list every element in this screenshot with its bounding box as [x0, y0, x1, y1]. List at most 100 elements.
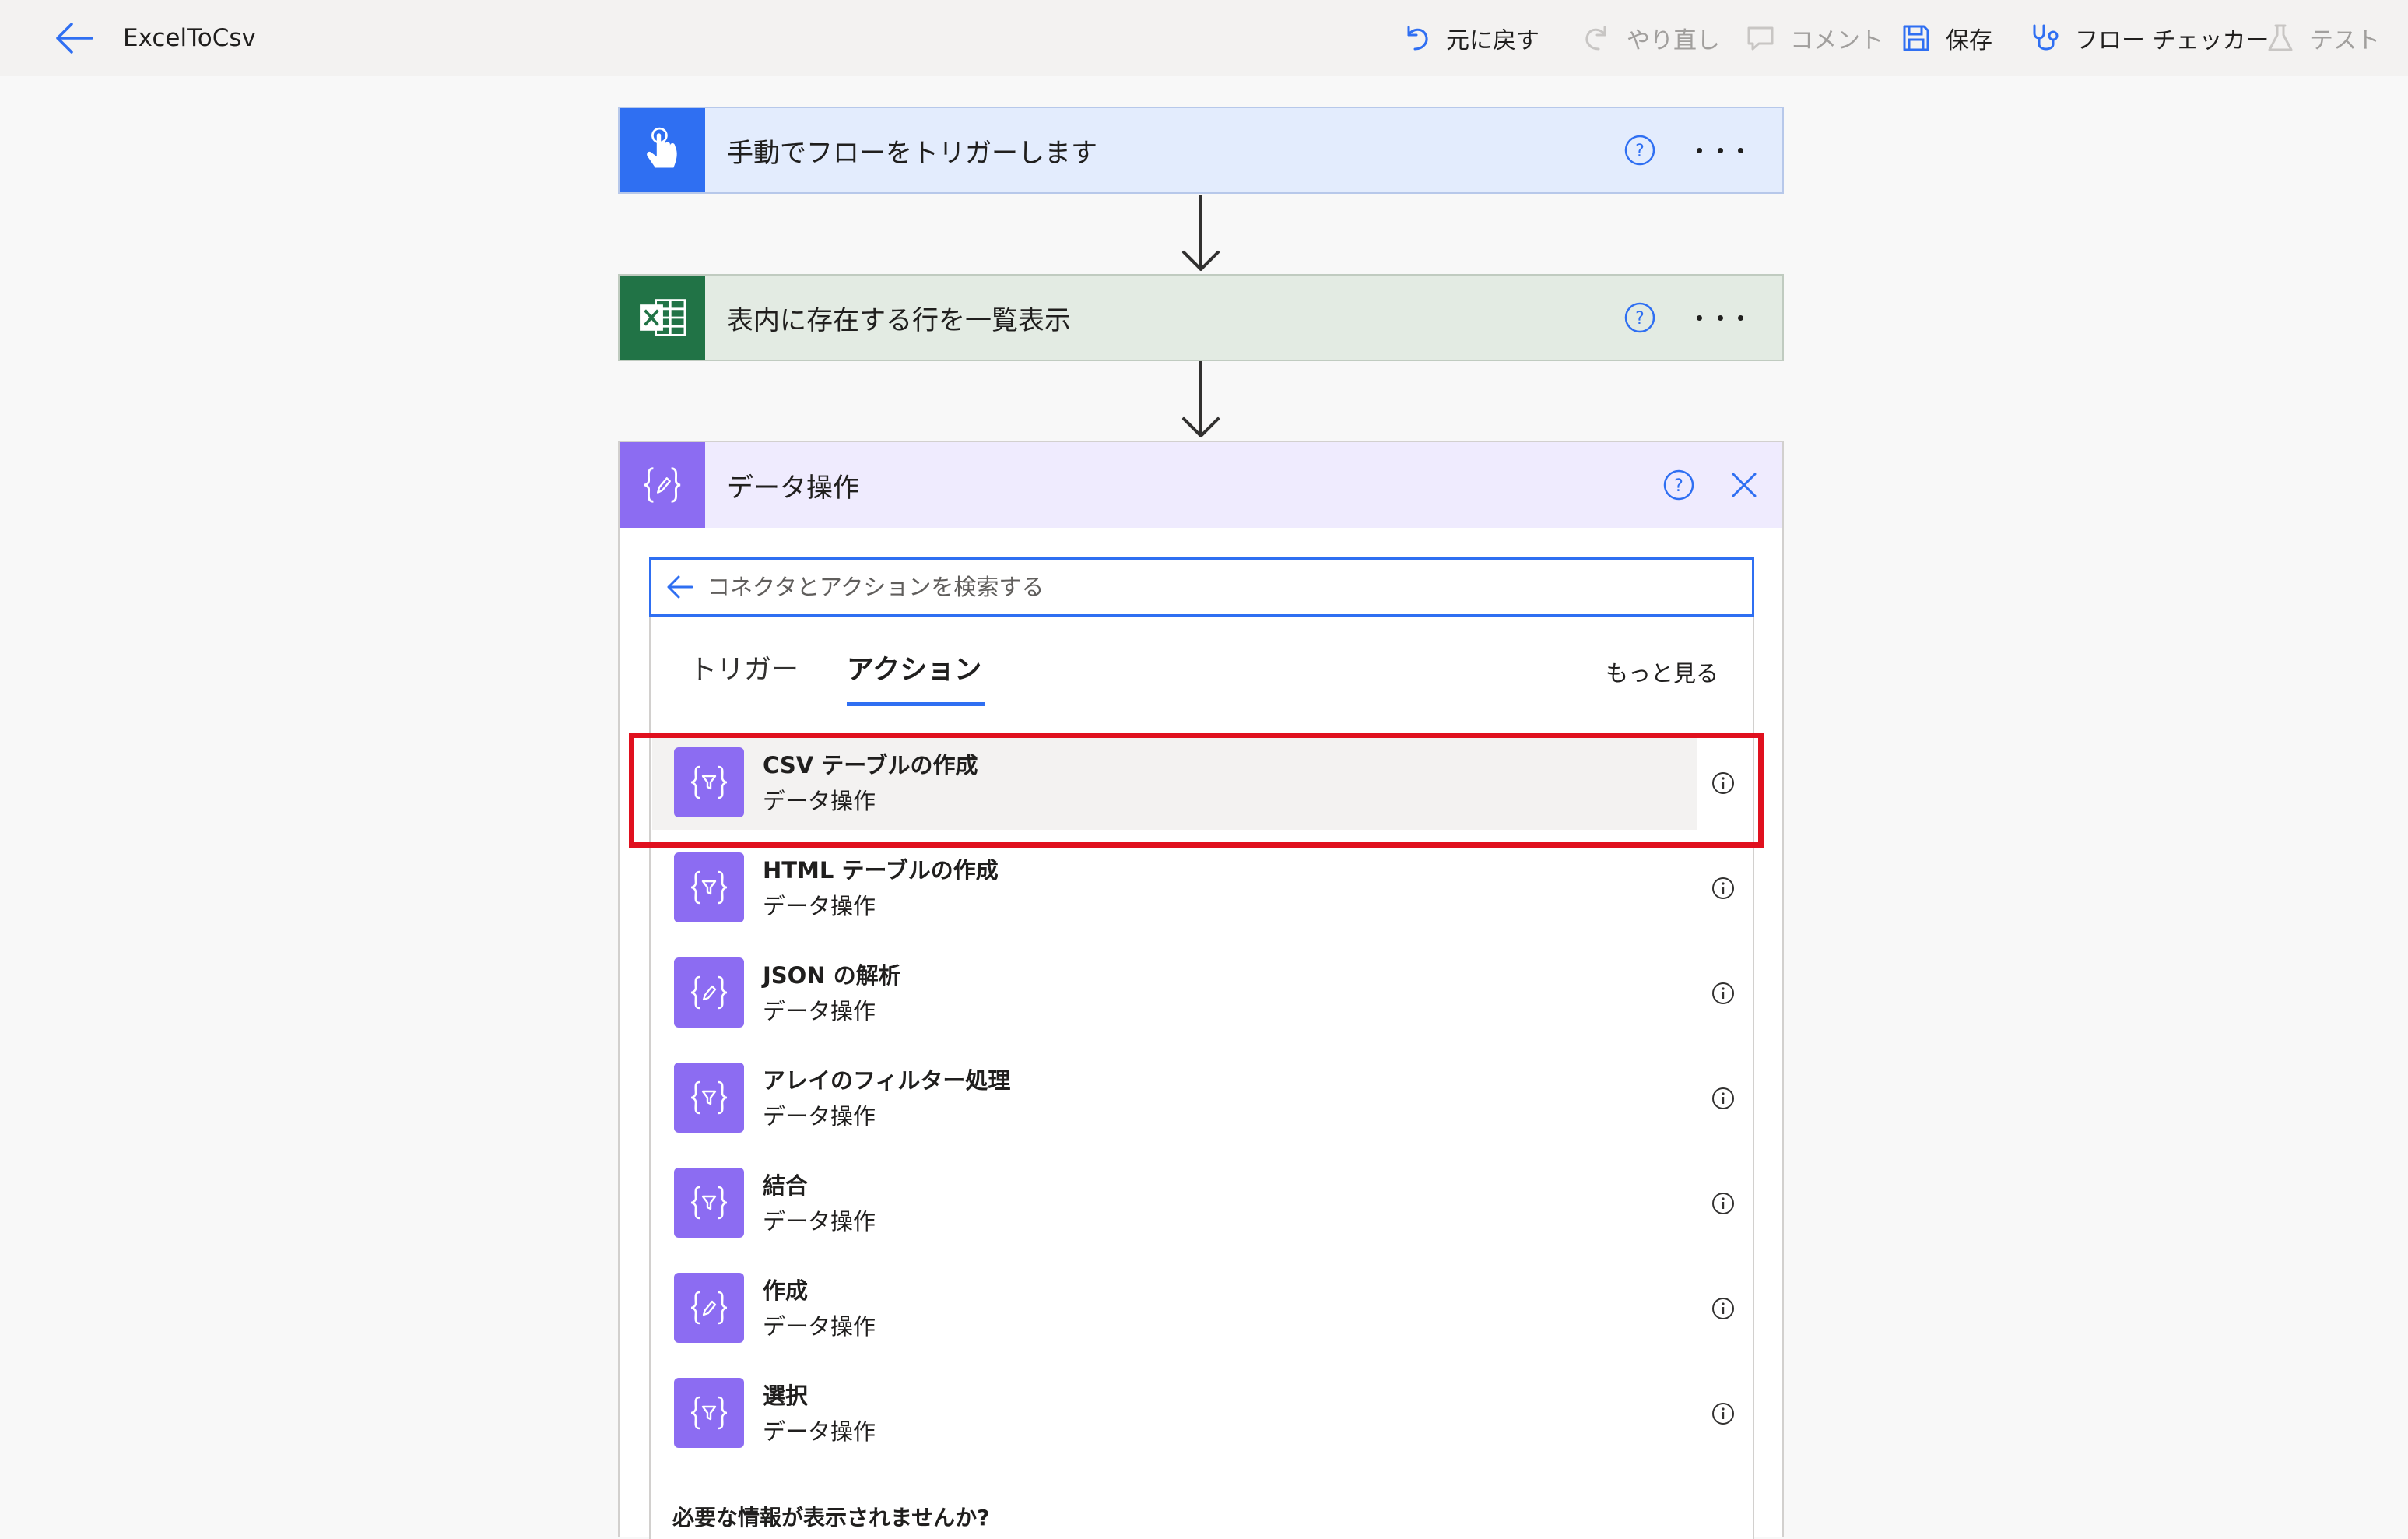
- action-title: JSON の解析: [763, 962, 901, 989]
- action-title: 結合: [763, 1172, 809, 1199]
- flask-icon: [2268, 24, 2293, 51]
- action-icon-tile: [674, 957, 744, 1028]
- action-icon-tile: [674, 1273, 744, 1343]
- filter-braces-icon: [690, 1186, 728, 1220]
- flow-checker-label: フロー チェッカー: [2075, 27, 2269, 54]
- test-button[interactable]: テスト: [2265, 17, 2380, 59]
- action-title: アレイのフィルター処理: [763, 1067, 1011, 1094]
- action-title: 作成: [763, 1277, 809, 1304]
- stethoscope-icon: [2033, 24, 2059, 51]
- info-icon[interactable]: [1711, 1296, 1736, 1321]
- data-operation-panel: データ操作 ? トリガー アクション もっと見る: [618, 441, 1784, 1539]
- help-icon[interactable]: ?: [1623, 134, 1656, 167]
- see-more-link[interactable]: もっと見る: [1606, 655, 1718, 688]
- comment-button[interactable]: コメント: [1745, 17, 1883, 59]
- back-arrow-icon[interactable]: [664, 571, 695, 603]
- tab-actions[interactable]: アクション: [847, 648, 981, 687]
- svg-text:?: ?: [1674, 476, 1683, 496]
- save-button[interactable]: 保存: [1901, 17, 1992, 59]
- search-input[interactable]: [706, 573, 1721, 601]
- results-pane: トリガー アクション もっと見る CSV テーブルの作成 データ操作 HTML …: [649, 617, 1754, 1539]
- redo-button[interactable]: やり直し: [1581, 17, 1720, 59]
- action-item-compose[interactable]: 作成 データ操作: [652, 1260, 1751, 1355]
- redo-label: やり直し: [1627, 27, 1720, 54]
- info-icon[interactable]: [1711, 876, 1736, 901]
- active-tab-indicator: [847, 702, 985, 706]
- flow-title: ExcelToCsv: [123, 24, 256, 52]
- dot: [1717, 147, 1723, 153]
- undo-label: 元に戻す: [1446, 27, 1539, 54]
- dot: [1697, 314, 1702, 321]
- test-label: テスト: [2310, 27, 2380, 54]
- filter-braces-icon: [690, 1080, 728, 1115]
- tab-triggers[interactable]: トリガー: [690, 648, 799, 687]
- action-connector: データ操作: [763, 893, 876, 919]
- excel-icon: [640, 299, 686, 336]
- undo-button[interactable]: 元に戻す: [1401, 17, 1539, 59]
- info-icon[interactable]: [1711, 1086, 1736, 1111]
- comment-label: コメント: [1790, 27, 1883, 54]
- filter-braces-icon: [690, 765, 728, 799]
- pencil-braces-icon: [644, 467, 681, 503]
- action-item-join[interactable]: 結合 データ操作: [652, 1155, 1751, 1250]
- connector-arrow: [1182, 195, 1220, 271]
- dot: [1738, 314, 1743, 321]
- back-button[interactable]: [53, 20, 95, 56]
- redo-icon: [1585, 26, 1606, 51]
- connector-arrow: [1182, 361, 1220, 437]
- action-icon-tile: [674, 852, 744, 922]
- save-icon: [1903, 25, 1929, 51]
- more-options-button[interactable]: [1697, 135, 1743, 166]
- excel-step-title: 表内に存在する行を一覧表示: [727, 304, 1071, 336]
- comment-icon: [1747, 26, 1774, 51]
- info-icon[interactable]: [1711, 1401, 1736, 1426]
- panel-title: データ操作: [727, 472, 859, 504]
- help-icon[interactable]: ?: [1662, 469, 1695, 501]
- action-connector: データ操作: [763, 1103, 876, 1130]
- action-item-filter-array[interactable]: アレイのフィルター処理 データ操作: [652, 1050, 1751, 1145]
- svg-text:?: ?: [1635, 309, 1645, 329]
- touch-hand-icon: [647, 127, 677, 168]
- action-connector: データ操作: [763, 1418, 876, 1445]
- trigger-title: 手動でフローをトリガーします: [727, 137, 1097, 169]
- command-bar: ExcelToCsv 元に戻す やり直し コメント 保存 フロー チェッカー テ…: [0, 0, 2408, 76]
- action-title: CSV テーブルの作成: [763, 752, 978, 778]
- info-icon[interactable]: [1711, 771, 1736, 796]
- action-item-create-csv-table[interactable]: CSV テーブルの作成 データ操作: [652, 735, 1751, 830]
- action-icon-tile: [674, 1063, 744, 1133]
- action-connector: データ操作: [763, 1208, 876, 1235]
- dot: [1697, 147, 1702, 153]
- search-box: [649, 557, 1754, 617]
- action-icon-tile: [674, 1168, 744, 1238]
- dot: [1717, 314, 1723, 321]
- dot: [1738, 147, 1743, 153]
- more-options-button[interactable]: [1697, 302, 1743, 333]
- filter-braces-icon: [690, 1396, 728, 1430]
- trigger-icon-tile: [620, 108, 705, 192]
- save-label: 保存: [1946, 27, 1992, 54]
- action-item-select[interactable]: 選択 データ操作: [652, 1365, 1751, 1460]
- help-icon[interactable]: ?: [1623, 301, 1656, 334]
- action-title: HTML テーブルの作成: [763, 857, 999, 884]
- excel-icon-tile: [620, 276, 705, 360]
- action-connector: データ操作: [763, 788, 876, 814]
- action-icon-tile: [674, 747, 744, 817]
- data-operation-icon-tile: [620, 442, 705, 528]
- filter-braces-icon: [690, 870, 728, 905]
- missing-info-prompt[interactable]: 必要な情報が表示されませんか?: [672, 1501, 989, 1532]
- manual-trigger-card[interactable]: 手動でフローをトリガーします ?: [618, 107, 1784, 194]
- action-item-parse-json[interactable]: JSON の解析 データ操作: [652, 945, 1751, 1040]
- close-icon[interactable]: [1729, 470, 1759, 500]
- info-icon[interactable]: [1711, 1191, 1736, 1216]
- flow-checker-button[interactable]: フロー チェッカー: [2030, 17, 2269, 59]
- undo-icon: [1407, 26, 1428, 51]
- action-item-create-html-table[interactable]: HTML テーブルの作成 データ操作: [652, 840, 1751, 935]
- action-connector: データ操作: [763, 1313, 876, 1340]
- info-icon[interactable]: [1711, 981, 1736, 1006]
- pencil-braces-icon: [690, 975, 728, 1010]
- svg-text:?: ?: [1635, 142, 1645, 161]
- excel-list-rows-card[interactable]: 表内に存在する行を一覧表示 ?: [618, 274, 1784, 361]
- action-connector: データ操作: [763, 998, 876, 1024]
- action-icon-tile: [674, 1378, 744, 1448]
- back-arrow-icon: [56, 23, 93, 54]
